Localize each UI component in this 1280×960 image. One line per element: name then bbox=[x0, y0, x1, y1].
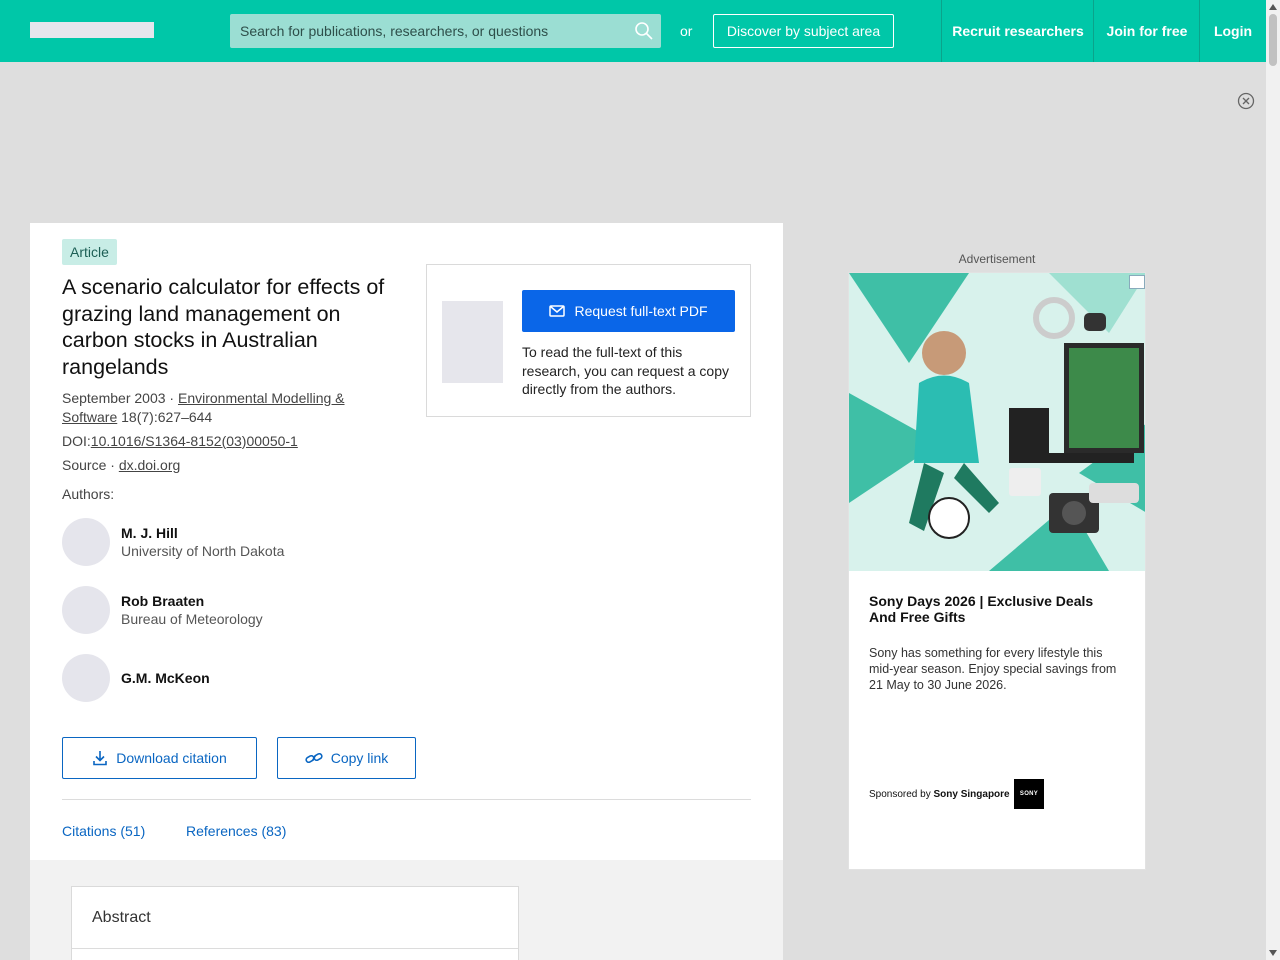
ad-artwork bbox=[849, 273, 1145, 571]
link-icon bbox=[305, 752, 323, 764]
tab-references[interactable]: References (83) bbox=[186, 823, 286, 839]
scroll-thumb[interactable] bbox=[1269, 14, 1277, 66]
sponsor-name[interactable]: Sony Singapore bbox=[934, 789, 1010, 800]
avatar[interactable] bbox=[62, 518, 110, 566]
source-line: Source · dx.doi.org bbox=[62, 456, 392, 475]
ad-body-text: Sony has something for every lifestyle t… bbox=[869, 646, 1117, 692]
article-card: Article A scenario calculator for effect… bbox=[30, 223, 783, 960]
site-logo[interactable] bbox=[30, 22, 154, 38]
close-ad-icon[interactable] bbox=[1237, 92, 1255, 110]
pdf-thumbnail bbox=[442, 301, 503, 383]
ad-choices-icon[interactable] bbox=[1129, 275, 1145, 289]
page-scrollbar[interactable] bbox=[1266, 0, 1280, 960]
top-nav: or Discover by subject area Recruit rese… bbox=[0, 0, 1266, 62]
article-type-badge: Article bbox=[62, 239, 117, 265]
section-divider bbox=[62, 799, 751, 800]
scroll-up-arrow-icon[interactable] bbox=[1269, 4, 1277, 10]
download-citation-label: Download citation bbox=[116, 750, 227, 766]
source-prefix: Source · bbox=[62, 457, 119, 473]
request-fulltext-button[interactable]: Request full-text PDF bbox=[522, 290, 735, 332]
request-fulltext-box: Request full-text PDF To read the full-t… bbox=[426, 264, 751, 417]
author-affiliation: University of North Dakota bbox=[121, 543, 285, 559]
ad-headline[interactable]: Sony Days 2026 | Exclusive Deals And Fre… bbox=[869, 593, 1119, 625]
search-bar[interactable] bbox=[230, 14, 661, 48]
author-item[interactable]: G.M. McKeon bbox=[62, 654, 392, 702]
avatar[interactable] bbox=[62, 586, 110, 634]
author-name[interactable]: Rob Braaten bbox=[121, 593, 204, 609]
doi-link[interactable]: 10.1016/S1364-8152(03)00050-1 bbox=[91, 433, 298, 449]
search-icon[interactable] bbox=[634, 21, 654, 41]
copy-link-label: Copy link bbox=[330, 750, 389, 766]
author-name[interactable]: M. J. Hill bbox=[121, 525, 178, 541]
copy-link-button[interactable]: Copy link bbox=[277, 737, 416, 779]
advertisement-label: Advertisement bbox=[958, 252, 1036, 266]
author-name[interactable]: G.M. McKeon bbox=[121, 670, 210, 686]
search-input[interactable] bbox=[240, 14, 620, 48]
or-separator: or bbox=[680, 23, 693, 39]
publication-date: September 2003 bbox=[62, 390, 166, 406]
avatar[interactable] bbox=[62, 654, 110, 702]
tab-citations[interactable]: Citations (51) bbox=[62, 823, 145, 839]
ad-image[interactable] bbox=[849, 273, 1145, 571]
scroll-down-arrow-icon[interactable] bbox=[1269, 950, 1277, 956]
request-description: To read the full-text of this research, … bbox=[522, 344, 730, 397]
discover-subject-button[interactable]: Discover by subject area bbox=[713, 14, 894, 48]
request-fulltext-label: Request full-text PDF bbox=[574, 303, 708, 319]
source-link[interactable]: dx.doi.org bbox=[119, 457, 180, 473]
advertisement[interactable]: Sony Days 2026 | Exclusive Deals And Fre… bbox=[848, 272, 1146, 870]
sponsored-prefix: Sponsored by bbox=[869, 789, 934, 800]
abstract-divider bbox=[72, 948, 518, 949]
download-icon bbox=[93, 751, 108, 766]
abstract-section: Abstract bbox=[71, 886, 519, 960]
mail-icon bbox=[549, 305, 566, 317]
login-link[interactable]: Login bbox=[1199, 0, 1266, 62]
journal-volume: 18(7):627–644 bbox=[121, 409, 213, 425]
doi-line: DOI:10.1016/S1364-8152(03)00050-1 bbox=[62, 432, 392, 451]
article-title: A scenario calculator for effects of gra… bbox=[62, 275, 385, 379]
join-for-free-link[interactable]: Join for free bbox=[1093, 0, 1200, 62]
authors-label: Authors: bbox=[62, 486, 115, 502]
author-item[interactable]: M. J. Hill University of North Dakota bbox=[62, 518, 392, 566]
sponsor-logo[interactable]: SONY bbox=[1014, 779, 1044, 809]
author-item[interactable]: Rob Braaten Bureau of Meteorology bbox=[62, 586, 392, 634]
author-affiliation: Bureau of Meteorology bbox=[121, 611, 263, 627]
download-citation-button[interactable]: Download citation bbox=[62, 737, 257, 779]
abstract-title: Abstract bbox=[92, 909, 151, 926]
recruit-researchers-link[interactable]: Recruit researchers bbox=[941, 0, 1094, 62]
doi-prefix: DOI: bbox=[62, 433, 91, 449]
publication-info: September 2003 · Environmental Modelling… bbox=[62, 390, 345, 425]
ad-sponsor-line: Sponsored by Sony Singapore bbox=[869, 789, 1010, 800]
